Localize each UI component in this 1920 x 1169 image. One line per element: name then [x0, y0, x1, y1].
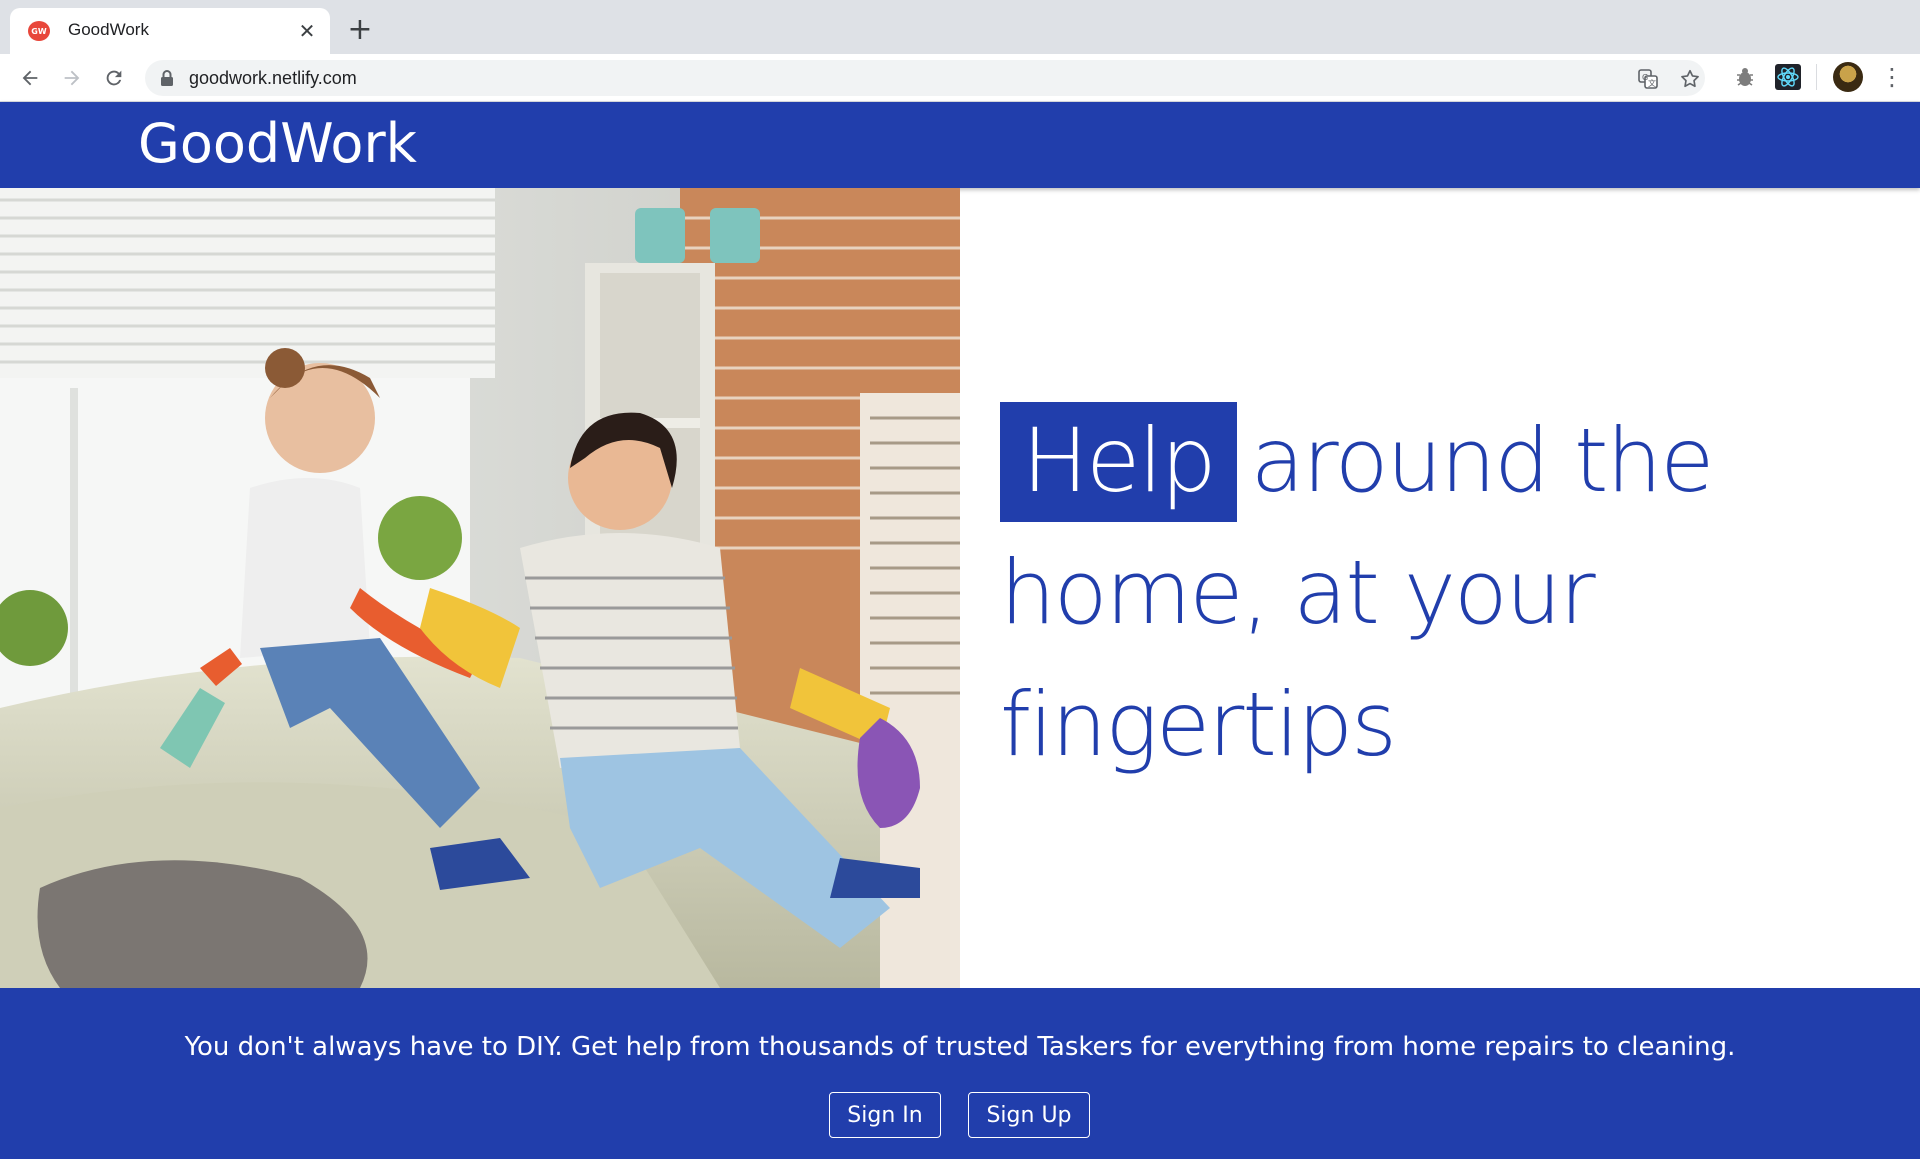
hero-headline: Help around the home, at your fingertips	[1000, 395, 1800, 791]
lock-icon	[161, 70, 173, 86]
translate-icon[interactable]: G 文	[1637, 68, 1659, 90]
favicon-icon: GW	[28, 21, 50, 41]
react-extension-icon[interactable]	[1775, 64, 1801, 90]
browser-tabstrip: GW GoodWork ✕ +	[0, 0, 1920, 54]
brand-logo[interactable]: GoodWork	[138, 112, 417, 175]
hero-image	[0, 188, 960, 988]
sign-up-button[interactable]: Sign Up	[968, 1092, 1090, 1138]
url-text: goodwork.netlify.com	[189, 68, 357, 88]
star-icon[interactable]	[1679, 68, 1701, 90]
site-header: GoodWork	[0, 102, 1920, 188]
cta-band: You don't always have to DIY. Get help f…	[0, 988, 1920, 1159]
bug-extension-icon[interactable]	[1732, 64, 1758, 90]
profile-avatar[interactable]	[1833, 62, 1863, 92]
new-tab-button[interactable]: +	[346, 15, 374, 45]
tagline: You don't always have to DIY. Get help f…	[184, 1032, 1736, 1062]
sign-in-button[interactable]: Sign In	[829, 1092, 941, 1138]
menu-icon[interactable]: ⋮	[1880, 62, 1904, 92]
svg-text:文: 文	[1648, 78, 1656, 88]
forward-icon[interactable]	[58, 64, 86, 92]
browser-tab[interactable]: GW GoodWork ✕	[10, 8, 330, 54]
headline-highlight: Help	[1000, 402, 1237, 522]
address-bar[interactable]: goodwork.netlify.com G 文	[145, 60, 1705, 96]
browser-toolbar: goodwork.netlify.com G 文	[0, 54, 1920, 102]
tab-title: GoodWork	[68, 20, 149, 39]
close-tab-icon[interactable]: ✕	[296, 20, 318, 42]
toolbar-divider	[1816, 64, 1817, 90]
back-icon[interactable]	[16, 64, 44, 92]
reload-icon[interactable]	[100, 64, 128, 92]
